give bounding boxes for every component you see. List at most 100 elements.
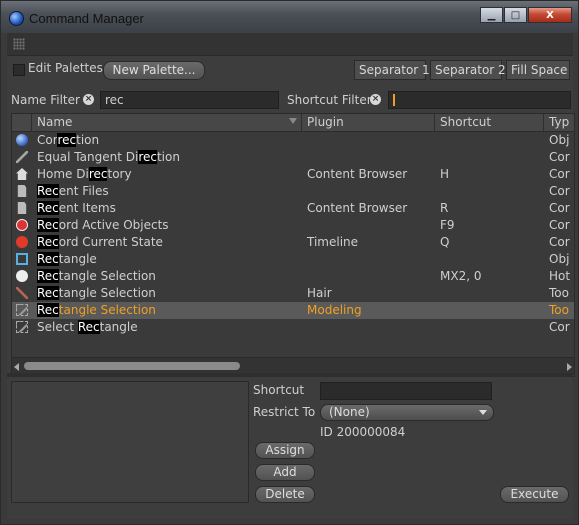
header-shortcut[interactable]: Shortcut xyxy=(435,114,544,131)
text-caret xyxy=(393,94,395,106)
window-controls: ▁ □ X xyxy=(479,7,572,23)
table-row[interactable]: Rectangle Obj xyxy=(12,251,574,268)
table-row[interactable]: Equal Tangent Direction Cor xyxy=(12,149,574,166)
filter-match-highlight: Rec xyxy=(37,286,59,300)
command-id: ID 200000084 xyxy=(320,425,406,439)
tangent-icon xyxy=(16,151,28,163)
name-filter-input[interactable] xyxy=(100,91,279,109)
header-type[interactable]: Typ xyxy=(544,114,574,131)
name-text: tangle xyxy=(99,320,138,334)
home-icon xyxy=(16,168,28,180)
scroll-left-icon[interactable] xyxy=(14,363,19,371)
grip-icon[interactable] xyxy=(13,38,25,50)
sphere-icon xyxy=(16,134,28,146)
name-text: tory xyxy=(107,167,132,181)
shortcut-filter-label: Shortcut Filter xyxy=(287,93,372,107)
record-active-icon xyxy=(16,219,28,231)
command-name: Recent Items xyxy=(37,200,116,217)
table-row[interactable]: Record Active Objects F9 Cor xyxy=(12,217,574,234)
name-text: Home Di xyxy=(37,167,89,181)
add-button[interactable]: Add xyxy=(255,464,315,481)
edit-palettes-checkbox[interactable] xyxy=(13,64,25,76)
command-table: Name Plugin Shortcut Typ Correction Obj Eq… xyxy=(11,113,575,377)
assign-button[interactable]: Assign xyxy=(255,442,315,459)
command-manager-window: Command Manager ▁ □ X Edit Palettes New … xyxy=(0,0,579,525)
command-preview-panel xyxy=(11,381,249,503)
separator2-button[interactable]: Separator 2 xyxy=(430,60,506,80)
header-icon-column[interactable] xyxy=(12,114,32,131)
command-type: Cor xyxy=(549,320,570,334)
file-icon xyxy=(17,202,27,214)
name-text: Equal Tangent Di xyxy=(37,150,139,164)
clear-name-filter-icon[interactable]: × xyxy=(83,94,94,105)
chevron-down-icon xyxy=(479,410,487,415)
command-type: Hot xyxy=(549,269,571,283)
filter-match-highlight: Rec xyxy=(77,320,100,334)
restrict-to-dropdown[interactable]: (None) xyxy=(320,404,494,421)
name-text: tangle Selection xyxy=(58,303,156,317)
fill-space-button[interactable]: Fill Space xyxy=(506,60,570,80)
delete-button[interactable]: Delete xyxy=(255,486,315,503)
table-row[interactable]: Rectangle Selection Hair Too xyxy=(12,285,574,302)
command-type: Cor xyxy=(549,150,570,164)
command-shortcut: F9 xyxy=(440,218,455,232)
hair-icon xyxy=(16,287,28,299)
header-name[interactable]: Name xyxy=(32,114,302,131)
command-type: Too xyxy=(549,286,569,300)
command-type: Cor xyxy=(549,235,570,249)
command-name: Record Current State xyxy=(37,234,163,251)
scrollbar-thumb[interactable] xyxy=(24,362,240,370)
filter-match-highlight: Rec xyxy=(37,235,59,249)
table-row[interactable]: Recent Items Content Browser R Cor xyxy=(12,200,574,217)
title-bar[interactable]: Command Manager ▁ □ X xyxy=(1,1,578,33)
record-icon xyxy=(16,236,28,248)
table-row[interactable]: Home Directory Content Browser H Cor xyxy=(12,166,574,183)
table-row[interactable]: Rectangle Selection MX2, 0 Hot xyxy=(12,268,574,285)
command-name: Rectangle Selection xyxy=(37,285,156,302)
execute-button[interactable]: Execute xyxy=(500,486,569,503)
table-row[interactable]: Select Rectangle Cor xyxy=(12,319,574,336)
header-plugin[interactable]: Plugin xyxy=(302,114,435,131)
command-name: Select Rectangle xyxy=(37,319,138,336)
edit-palettes-label[interactable]: Edit Palettes xyxy=(28,61,103,75)
name-text: tangle Selection xyxy=(58,286,156,300)
name-text: ent Files xyxy=(58,184,109,198)
minimize-button[interactable]: ▁ xyxy=(480,7,503,23)
name-text: tion xyxy=(156,150,180,164)
command-type: Obj xyxy=(549,133,570,147)
new-palette-button[interactable]: New Palette... xyxy=(103,61,205,80)
maximize-button[interactable]: □ xyxy=(504,7,527,23)
command-type: Cor xyxy=(549,184,570,198)
command-name: Home Directory xyxy=(37,166,132,183)
shortcut-filter-input[interactable] xyxy=(388,91,571,109)
command-plugin: Modeling xyxy=(307,303,362,317)
filter-match-highlight: Rec xyxy=(37,269,59,283)
scroll-right-icon[interactable] xyxy=(567,363,572,371)
table-row[interactable]: Recent Files Cor xyxy=(12,183,574,200)
shortcut-field[interactable] xyxy=(320,382,492,400)
filter-match-highlight: Rec xyxy=(37,252,59,266)
command-plugin: Timeline xyxy=(307,235,359,249)
command-type: Too xyxy=(549,303,569,317)
name-text: Cor xyxy=(37,133,58,147)
command-type: Obj xyxy=(549,252,570,266)
filter-match-highlight: Rec xyxy=(37,184,59,198)
clear-shortcut-filter-icon[interactable]: × xyxy=(370,94,381,105)
close-button[interactable]: X xyxy=(528,7,572,23)
command-type: Cor xyxy=(549,218,570,232)
table-row[interactable]: Rectangle Selection Modeling Too xyxy=(12,302,574,319)
command-name: Recent Files xyxy=(37,183,109,200)
command-name: Record Active Objects xyxy=(37,217,169,234)
command-shortcut: H xyxy=(440,167,450,181)
table-row[interactable]: Record Current State Timeline Q Cor xyxy=(12,234,574,251)
select-rect-icon xyxy=(16,304,28,316)
name-text: ent Items xyxy=(58,201,116,215)
command-name: Rectangle xyxy=(37,251,97,268)
table-row[interactable]: Correction Obj xyxy=(12,132,574,149)
filter-match-highlight: rec xyxy=(57,133,77,147)
palette-grip[interactable] xyxy=(7,33,573,56)
filter-match-highlight: Rec xyxy=(37,218,59,232)
separator1-button[interactable]: Separator 1 xyxy=(354,60,430,80)
circle-icon xyxy=(16,270,28,282)
divider xyxy=(7,373,573,377)
